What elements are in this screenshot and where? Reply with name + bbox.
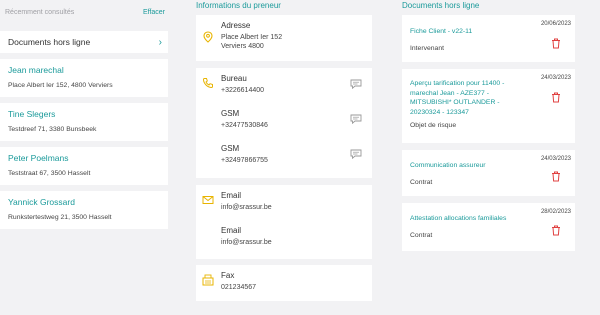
document-title[interactable]: Communication assureur <box>410 161 530 171</box>
document-date: 24/03/2023 <box>540 75 571 81</box>
document-card[interactable]: 28/02/2023 Attestation allocations famil… <box>402 203 575 251</box>
contact-name: Yannick Grossard <box>8 197 75 207</box>
email-value[interactable]: info@srassur.be <box>221 203 372 212</box>
phone-icon <box>202 78 213 89</box>
phone-row: GSM +32497866755 <box>196 138 372 173</box>
email-label: Email <box>221 226 242 235</box>
recent-contact[interactable]: Yannick Grossard Runkstertestweg 21, 350… <box>0 191 168 229</box>
email-card: Email info@srassur.be Email info@srassur… <box>196 185 372 259</box>
document-title[interactable]: Attestation allocations familiales <box>410 214 535 224</box>
trash-icon[interactable] <box>551 92 561 103</box>
document-title[interactable]: Aperçu tarification pour 11400 - marecha… <box>410 79 530 117</box>
contact-name: Peter Poelmans <box>8 153 69 163</box>
message-icon[interactable] <box>350 114 362 124</box>
recent-contact[interactable]: Peter Poelmans Teststraat 67, 3500 Hasse… <box>0 147 168 185</box>
fax-value: 021234567 <box>221 284 257 291</box>
contact-address: Place Albert Ier 152, 4800 Verviers <box>8 82 113 89</box>
message-icon[interactable] <box>350 79 362 89</box>
fax-row: Fax 021234567 <box>196 265 372 300</box>
fax-card: Fax 021234567 <box>196 265 372 301</box>
document-date: 28/02/2023 <box>540 209 571 215</box>
message-icon[interactable] <box>350 149 362 159</box>
document-card[interactable]: 20/06/2023 Fiche Client - v22-11 Interve… <box>402 15 575 62</box>
taker-panel: Informations du preneur Adresse Place Al… <box>196 0 376 315</box>
trash-icon[interactable] <box>551 38 561 49</box>
contact-address: Teststraat 67, 3500 Hasselt <box>8 170 91 177</box>
chevron-right-icon: › <box>158 36 162 48</box>
envelope-icon <box>202 196 214 204</box>
address-row: Adresse Place Albert Ier 152 Verviers 48… <box>196 15 372 61</box>
trash-icon[interactable] <box>551 225 561 236</box>
offline-documents-link[interactable]: Documents hors ligne › <box>0 31 168 53</box>
taker-title: Informations du preneur <box>196 1 281 10</box>
recent-contact[interactable]: Jean marechal Place Albert Ier 152, 4800… <box>0 59 168 97</box>
contact-name: Jean marechal <box>8 65 64 75</box>
recent-header: Récemment consultés Effacer <box>5 6 165 18</box>
phone-row: Bureau +3226614400 <box>196 68 372 103</box>
column-divider <box>172 0 196 315</box>
offline-documents-title: Documents hors ligne <box>402 1 480 10</box>
clear-button[interactable]: Effacer <box>143 9 165 16</box>
document-type: Objet de risque <box>410 122 457 129</box>
email-label: Email <box>221 191 242 200</box>
recent-title: Récemment consultés <box>5 8 75 16</box>
phone-card: Bureau +3226614400 GSM +32477530846 GSM … <box>196 68 372 178</box>
trash-icon[interactable] <box>551 171 561 182</box>
fax-label: Fax <box>221 271 235 280</box>
address-line2: Verviers 4800 <box>221 43 264 50</box>
document-card[interactable]: 24/03/2023 Aperçu tarification pour 1140… <box>402 69 575 143</box>
email-value[interactable]: info@srassur.be <box>221 238 372 247</box>
document-date: 20/06/2023 <box>540 21 571 27</box>
fax-icon <box>202 274 214 286</box>
document-date: 24/03/2023 <box>540 156 571 162</box>
document-title[interactable]: Fiche Client - v22-11 <box>410 27 530 37</box>
document-type: Intervenant <box>410 44 445 52</box>
email-row: Email info@srassur.be <box>196 185 372 220</box>
document-type: Contrat <box>410 231 433 239</box>
document-card[interactable]: 24/03/2023 Communication assureur Contra… <box>402 150 575 196</box>
recent-panel: Récemment consultés Effacer Documents ho… <box>0 0 172 315</box>
address-line1: Place Albert Ier 152 <box>221 34 283 41</box>
offline-documents-panel: Documents hors ligne 20/06/2023 Fiche Cl… <box>402 0 600 315</box>
email-row: Email info@srassur.be <box>196 220 372 255</box>
phone-row: GSM +32477530846 <box>196 103 372 138</box>
address-label: Adresse <box>221 21 251 30</box>
recent-contact[interactable]: Tine Slegers Testdreef 71, 3380 Bunsbeek <box>0 103 168 141</box>
contact-address: Runkstertestweg 21, 3500 Hasselt <box>8 214 112 221</box>
contact-address: Testdreef 71, 3380 Bunsbeek <box>8 126 97 133</box>
document-type: Contrat <box>410 178 433 186</box>
offline-documents-label: Documents hors ligne <box>8 37 91 47</box>
location-pin-icon <box>203 31 213 43</box>
address-card: Adresse Place Albert Ier 152 Verviers 48… <box>196 15 372 61</box>
contact-name: Tine Slegers <box>8 109 56 119</box>
